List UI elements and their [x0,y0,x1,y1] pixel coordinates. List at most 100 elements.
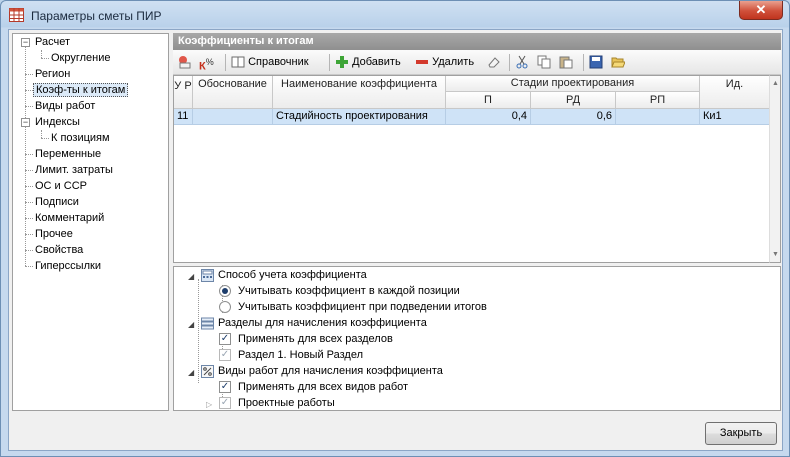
cell-name[interactable]: Стадийность проектирования [273,109,446,125]
paste-button[interactable] [559,54,573,71]
nav-item-vidy-rabot[interactable]: Виды работ [33,98,97,114]
nav-item-region[interactable]: Регион [33,66,72,82]
column-header-name[interactable]: Наименование коэффициента [273,76,446,109]
nav-item-label: К позициям [51,132,110,144]
cell-rp[interactable] [616,109,700,125]
toolbar-separator [583,54,584,71]
scroll-down-arrow-icon[interactable]: ▼ [772,251,779,258]
nav-item-prochee[interactable]: Прочее [33,226,75,242]
plus-icon [336,56,348,69]
nav-item-label: Прочее [35,228,73,240]
scroll-up-arrow-icon[interactable]: ▲ [772,80,779,87]
method-each-position-radio[interactable] [219,285,231,297]
cell-rd[interactable]: 0,6 [531,109,616,125]
nav-item-podpisi[interactable]: Подписи [33,194,81,210]
tree-connector [25,234,33,235]
nav-item-indeksy[interactable]: Индексы [33,114,82,130]
coefficients-grid[interactable]: У Р Обоснование Наименование коэффициент… [173,75,770,263]
method-option1-label[interactable]: Учитывать коэффициент в каждой позиции [238,283,460,299]
nav-item-k-poziciyam[interactable]: К позициям [49,130,112,146]
window-title: Параметры сметы ПИР [31,9,162,23]
k-percent-button[interactable]: К% [199,54,214,73]
tree-connector [25,106,33,107]
close-button[interactable]: Закрыть [705,422,777,445]
open-button[interactable] [611,54,625,71]
clear-button[interactable] [487,54,501,71]
percent-label: % [205,57,214,67]
expanded-caret-icon[interactable]: ◢ [188,368,194,377]
section1-label[interactable]: Раздел 1. Новый Раздел [238,347,363,363]
column-header-ur[interactable]: У Р [174,76,193,109]
nav-item-giperssylki[interactable]: Гиперссылки [33,258,103,274]
tree-connector [25,90,33,91]
worktype1-checkbox[interactable]: ✓ [219,397,231,409]
column-header-p[interactable]: П [446,92,531,109]
cell-basis[interactable] [193,109,273,125]
folder-open-icon [611,57,625,68]
expanded-caret-icon[interactable]: ◢ [188,272,194,281]
nav-item-okruglenie[interactable]: Округление [49,50,113,66]
dialog-window: Параметры сметы ПИР ✕ − − Расчет Округле [0,0,790,457]
worktypes-group-title: Виды работ для начисления коэффициента [218,365,443,377]
column-header-basis[interactable]: Обоснование [193,76,273,109]
grid-vertical-scrollbar[interactable]: ▲ ▼ [769,75,781,263]
save-button[interactable] [589,54,603,71]
nav-item-svoystva[interactable]: Свойства [33,242,85,258]
tree-connector [41,58,49,59]
tree-connector [25,250,33,251]
nav-item-peremennye[interactable]: Переменные [33,146,103,162]
toolbar: К% Справочник Добавить Удалить [173,50,781,75]
nav-item-os-ssr[interactable]: ОС и ССР [33,178,89,194]
grid-app-icon [9,8,24,22]
nav-item-label: Округление [51,52,111,64]
sections-all-label[interactable]: Применять для всех разделов [238,331,393,347]
column-header-id[interactable]: Ид. [700,76,770,109]
column-header-stages: Стадии проектирования [446,76,700,92]
k-letter-label: К [199,60,206,73]
nav-item-label: Комментарий [35,212,105,224]
title-bar[interactable]: Параметры сметы ПИР ✕ [1,1,789,29]
column-header-rp[interactable]: РП [616,92,700,109]
nav-item-label: Подписи [35,196,79,208]
nav-item-kommentariy[interactable]: Комментарий [33,210,106,226]
worktypes-all-checkbox[interactable]: ✓ [219,381,231,393]
nav-item-label: Гиперссылки [35,260,101,272]
settings-nav-tree[interactable]: − − Расчет Округление Регион Коэф-ты к и… [12,33,169,411]
cell-p[interactable]: 0,4 [446,109,531,125]
cut-button[interactable] [515,54,529,71]
method-totals-radio[interactable] [219,301,231,313]
nav-item-label: Виды работ [35,100,96,112]
method-option2-label[interactable]: Учитывать коэффициент при подведении ито… [238,299,487,315]
toggle-coefficient-button[interactable] [178,54,192,71]
collapse-toggle-icon[interactable]: − [21,38,30,47]
nav-item-limit-zatraty[interactable]: Лимит. затраты [33,162,115,178]
expanded-caret-icon[interactable]: ◢ [188,320,194,329]
copy-icon [537,55,551,69]
collapsed-caret-icon[interactable]: ▷ [206,400,212,409]
reference-button[interactable]: Справочник [231,54,309,71]
tree-connector [41,138,49,139]
copy-button[interactable] [537,54,551,71]
worktype1-label[interactable]: Проектные работы [238,395,335,411]
cell-id[interactable]: Ки1 [700,109,770,125]
sections-group-title: Разделы для начисления коэффициента [218,317,427,329]
nav-item-koef-itogi[interactable]: Коэф-ты к итогам [33,82,129,98]
add-label: Добавить [352,56,401,68]
sections-all-checkbox[interactable]: ✓ [219,333,231,345]
add-button[interactable]: Добавить [335,54,401,71]
tree-connector [25,202,33,203]
column-header-rd[interactable]: РД [531,92,616,109]
section1-checkbox[interactable]: ✓ [219,349,231,361]
tree-connector [41,50,42,58]
cell-ur[interactable]: 11 [174,109,193,125]
window-close-button[interactable]: ✕ [739,1,783,20]
reference-label: Справочник [248,56,309,68]
coefficient-red-icon [179,56,191,69]
nav-item-raschet[interactable]: Расчет [33,34,72,50]
toolbar-separator [509,54,510,71]
percent-doc-icon [201,365,214,378]
delete-button[interactable]: Удалить [415,54,474,71]
worktypes-all-label[interactable]: Применять для всех видов работ [238,379,408,395]
scissors-icon [516,55,528,69]
collapse-toggle-icon[interactable]: − [21,118,30,127]
